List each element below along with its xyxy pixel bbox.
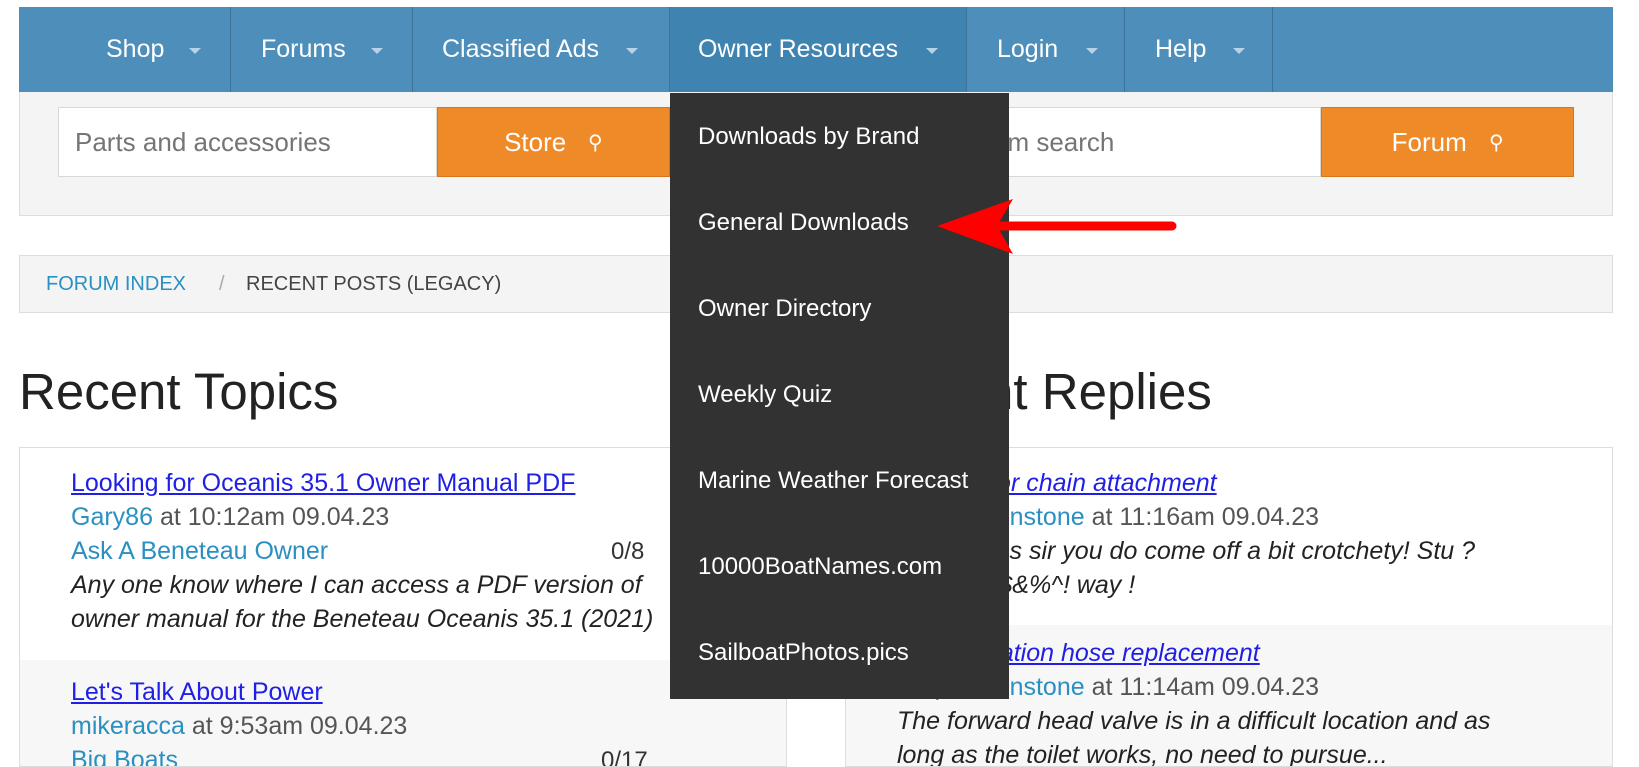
red-arrow-annotation (937, 199, 1177, 254)
